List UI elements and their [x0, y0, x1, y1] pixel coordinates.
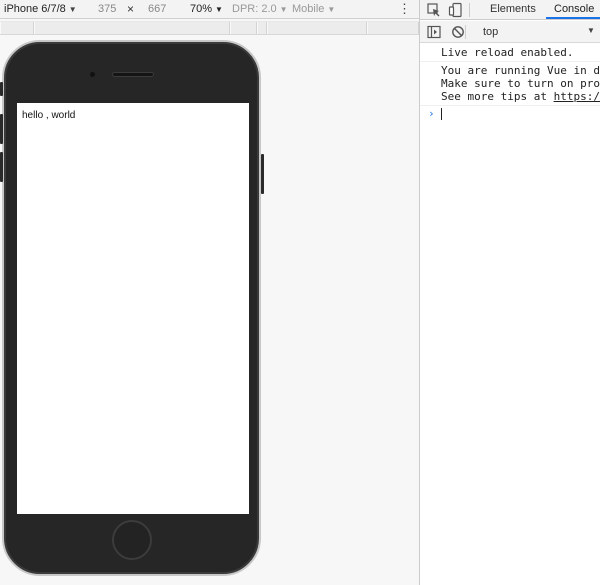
media-segment[interactable]: [267, 22, 367, 34]
media-segment[interactable]: [367, 22, 419, 34]
tab-console[interactable]: Console: [554, 3, 594, 15]
device-toggle-icon[interactable]: [448, 2, 464, 18]
mode-caret-icon: ▼: [327, 5, 336, 14]
phone-power-button: [261, 154, 264, 194]
media-segment[interactable]: [230, 22, 257, 34]
zoom-select[interactable]: 70% ▼: [190, 3, 223, 15]
media-segment[interactable]: [257, 22, 267, 34]
context-caret-icon[interactable]: ▼: [587, 26, 595, 35]
device-select[interactable]: iPhone 6/7/8 ▼: [4, 3, 77, 15]
page-text: hello , world: [22, 110, 76, 121]
phone-frame: hello , world: [0, 40, 264, 576]
phone-mute-switch: [0, 82, 3, 96]
console-sidebar-icon[interactable]: [427, 25, 441, 39]
height-input[interactable]: 667: [148, 3, 166, 15]
device-name: iPhone 6/7/8: [4, 3, 66, 15]
toolbar-separator: [465, 25, 466, 39]
media-query-bar: [0, 21, 419, 35]
phone-volume-up: [0, 114, 3, 144]
media-segment[interactable]: [0, 22, 34, 34]
phone-camera: [90, 72, 95, 77]
media-segment[interactable]: [34, 22, 230, 34]
console-message-line: You are running Vue in development mode.: [441, 64, 600, 77]
tab-elements[interactable]: Elements: [490, 3, 536, 15]
devtools-panel: Elements Console top ▼ Live reload enabl…: [419, 0, 600, 585]
more-options-icon[interactable]: ⋮: [398, 1, 411, 17]
phone-home-button[interactable]: [112, 520, 152, 560]
console-toolbar: top ▼: [420, 21, 600, 43]
execution-context-select[interactable]: top: [483, 26, 498, 38]
console-prompt[interactable]: ›: [420, 106, 600, 122]
console-message-line: Make sure to turn on production mode whe…: [441, 77, 600, 90]
dpr-value: DPR: 2.0: [232, 3, 277, 15]
console-log: Live reload enabled. You are running Vue…: [420, 44, 600, 122]
zoom-value: 70%: [190, 3, 213, 15]
console-message: You are running Vue in development mode.…: [420, 62, 600, 106]
dpr-select[interactable]: DPR: 2.0 ▼: [232, 3, 288, 15]
active-tab-indicator: [546, 17, 600, 19]
console-link[interactable]: https://vuejs.org/guide/deployment.html: [554, 90, 600, 103]
devtools-tabbar: Elements Console: [420, 0, 600, 20]
width-input[interactable]: 375: [98, 3, 116, 15]
tab-separator: [469, 3, 470, 17]
prompt-chevron-icon: ›: [428, 107, 435, 120]
device-caret-icon: ▼: [68, 5, 77, 14]
mode-select[interactable]: Mobile ▼: [292, 3, 335, 15]
dimension-times: ×: [127, 2, 135, 16]
device-pane: iPhone 6/7/8 ▼ 375 × 667 70% ▼ DPR: 2.0 ▼ M…: [0, 0, 419, 585]
zoom-caret-icon: ▼: [215, 5, 223, 14]
device-toolbar: iPhone 6/7/8 ▼ 375 × 667 70% ▼ DPR: 2.0 ▼ M…: [0, 0, 419, 19]
mode-value: Mobile: [292, 3, 325, 15]
phone-screen[interactable]: hello , world: [17, 103, 249, 514]
console-message-line: Live reload enabled.: [441, 46, 574, 59]
inspect-element-icon[interactable]: [426, 2, 442, 18]
prompt-cursor: [441, 108, 442, 120]
dpr-caret-icon: ▼: [279, 5, 288, 14]
console-message-line: See more tips at https://vuejs.org/guide…: [441, 90, 600, 103]
phone-volume-down: [0, 152, 3, 182]
phone-speaker: [112, 72, 154, 77]
console-message: Live reload enabled.: [420, 44, 600, 62]
clear-console-icon[interactable]: [451, 25, 465, 39]
